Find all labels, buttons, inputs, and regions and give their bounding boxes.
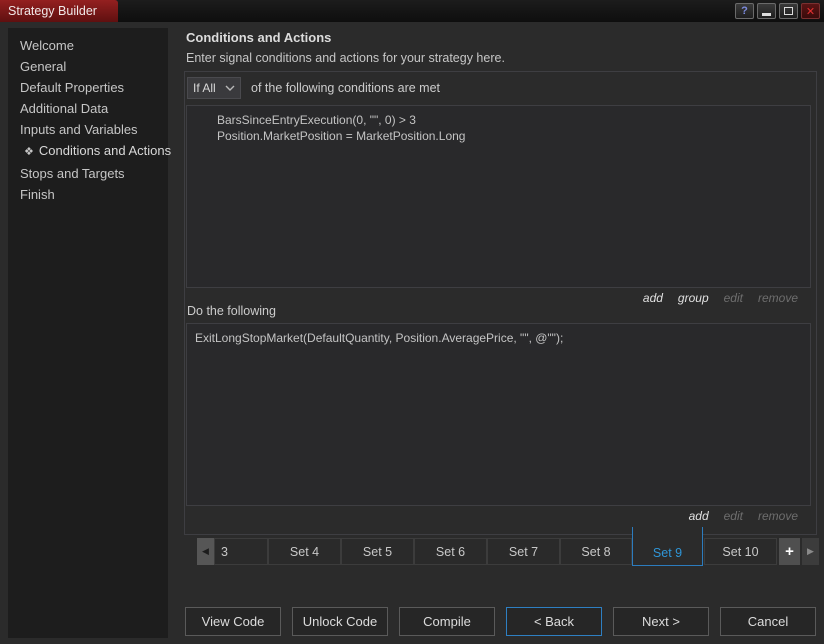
sidebar-item-label: Conditions and Actions [39,143,171,158]
question-icon: ? [741,5,748,17]
sidebar-item-inputs-and-variables[interactable]: Inputs and Variables [8,119,168,140]
page-subtitle: Enter signal conditions and actions for … [186,51,505,65]
title-bar: Strategy Builder ? ✕ [0,0,824,22]
condition-item[interactable]: Position.MarketPosition = MarketPosition… [217,128,806,144]
actions-edit-link: edit [724,509,743,523]
conditions-links: add group edit remove [643,291,798,305]
tab-set-3[interactable]: 3 [214,538,268,565]
close-button[interactable]: ✕ [801,3,820,19]
tab-set-8[interactable]: Set 8 [560,538,632,565]
tabs-scroll-right-button: ▶ [802,538,819,565]
actions-add-link[interactable]: add [689,509,709,523]
maximize-button[interactable] [779,3,798,19]
sidebar-item-default-properties[interactable]: Default Properties [8,77,168,98]
unlock-code-button[interactable]: Unlock Code [292,607,388,636]
help-button[interactable]: ? [735,3,754,19]
tab-set-9-selected[interactable]: Set 9 [632,527,703,566]
close-icon: ✕ [806,5,815,18]
sidebar-item-welcome[interactable]: Welcome [8,35,168,56]
condition-match-value: If All [193,81,225,95]
condition-match-select[interactable]: If All [187,77,241,99]
actions-list[interactable]: ExitLongStopMarket(DefaultQuantity, Posi… [186,323,811,506]
chevron-down-icon [225,85,235,91]
actions-links: add edit remove [689,509,798,523]
view-code-button[interactable]: View Code [185,607,281,636]
conditions-actions-groupbox: If All of the following conditions are m… [184,71,817,535]
page-title: Conditions and Actions [186,30,331,45]
tab-set-5[interactable]: Set 5 [341,538,414,565]
conditions-group-link[interactable]: group [678,291,709,305]
arrow-left-icon: ◀ [202,546,209,557]
minimize-button[interactable] [757,3,776,19]
sidebar-item-finish[interactable]: Finish [8,184,168,205]
sidebar-item-additional-data[interactable]: Additional Data [8,98,168,119]
condition-match-label: of the following conditions are met [251,81,440,95]
tabs-scroll-left-button[interactable]: ◀ [197,538,214,565]
condition-match-row: If All of the following conditions are m… [187,77,440,99]
wizard-steps-sidebar: Welcome General Default Properties Addit… [8,28,168,638]
actions-label: Do the following [187,304,276,318]
minimize-icon [762,13,771,16]
conditions-add-link[interactable]: add [643,291,663,305]
conditions-list[interactable]: BarsSinceEntryExecution(0, "", 0) > 3 Po… [186,105,811,288]
window-title: Strategy Builder [0,0,118,22]
window-controls: ? ✕ [735,3,820,19]
action-item[interactable]: ExitLongStopMarket(DefaultQuantity, Posi… [195,330,806,346]
current-step-icon: ❖ [24,146,34,158]
conditions-edit-link: edit [724,291,743,305]
add-set-button[interactable]: + [779,538,800,565]
actions-remove-link: remove [758,509,798,523]
sidebar-item-general[interactable]: General [8,56,168,77]
tab-set-4[interactable]: Set 4 [268,538,341,565]
back-button[interactable]: < Back [506,607,602,636]
plus-icon: + [785,543,794,560]
tab-set-10[interactable]: Set 10 [704,538,777,565]
sidebar-item-stops-and-targets[interactable]: Stops and Targets [8,163,168,184]
condition-item[interactable]: BarsSinceEntryExecution(0, "", 0) > 3 [217,112,806,128]
compile-button[interactable]: Compile [399,607,495,636]
maximize-icon [784,7,793,15]
cancel-button[interactable]: Cancel [720,607,816,636]
sidebar-item-conditions-and-actions[interactable]: ❖ Conditions and Actions [8,140,168,163]
next-button[interactable]: Next > [613,607,709,636]
arrow-right-icon: ▶ [807,546,814,557]
tab-set-6[interactable]: Set 6 [414,538,487,565]
tab-set-7[interactable]: Set 7 [487,538,560,565]
conditions-remove-link: remove [758,291,798,305]
